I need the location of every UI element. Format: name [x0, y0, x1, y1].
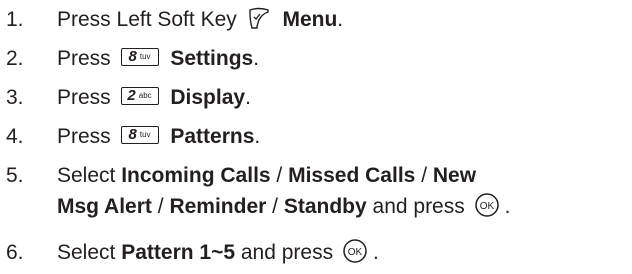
separator: / [272, 195, 278, 218]
option-new-msg-alert-part2: Msg Alert [57, 195, 152, 218]
step-number: 4. [6, 125, 24, 148]
step-3: 3. Press 2 abc Display. [0, 78, 632, 117]
step-text: Select [57, 241, 116, 264]
step-5: 5. Select Incoming Calls / Missed Calls … [0, 156, 632, 227]
step-end: . [253, 47, 260, 70]
patterns-label: Patterns [170, 125, 255, 148]
ok-key-label: OK [348, 247, 363, 258]
ok-key-icon: OK [343, 239, 367, 264]
step-4: 4. Press 8 tuv Patterns. [0, 117, 632, 156]
number-key-icon: 8 tuv [120, 48, 159, 67]
step-2: 2. Press 8 tuv Settings. [0, 39, 632, 78]
pattern-range-label: Pattern 1~5 [121, 241, 236, 264]
step-line-2: Msg Alert / Reminder / Standby and press… [57, 187, 510, 226]
key-letters: tuv [139, 130, 151, 140]
step-end: . [245, 86, 251, 109]
key-digit: 8 [128, 48, 137, 66]
menu-label: Menu [282, 8, 338, 31]
option-standby: Standby [283, 195, 367, 218]
step-text: Press [57, 47, 111, 70]
step-body: Press 8 tuv Patterns. [57, 117, 260, 156]
key-letters: tuv [139, 52, 151, 62]
step-text: Press [57, 86, 111, 109]
left-soft-key-icon [247, 6, 271, 30]
step-end: . [372, 241, 379, 264]
step-number: 6. [6, 241, 24, 264]
separator: / [157, 195, 164, 218]
key-digit: 8 [128, 126, 137, 144]
option-missed-calls: Missed Calls [288, 164, 416, 187]
step-end: . [337, 8, 344, 31]
step-number: 1. [6, 8, 24, 31]
step-end: . [504, 195, 511, 218]
key-digit: 2 [127, 87, 136, 105]
key-letters: abc [138, 91, 152, 101]
step-6: 6. Select Pattern 1~5 and press OK . [0, 233, 632, 272]
step-body: Press 8 tuv Settings. [57, 39, 259, 78]
separator: / [421, 164, 428, 187]
settings-label: Settings [170, 47, 254, 70]
step-text: Press Left Soft Key [57, 8, 237, 31]
step-text: Select [57, 164, 116, 187]
ok-key-icon: OK [474, 193, 499, 218]
display-label: Display [170, 86, 246, 109]
number-key-icon: 2 abc [120, 87, 159, 106]
separator: / [276, 164, 283, 187]
number-key-icon: 8 tuv [120, 126, 159, 145]
step-number: 3. [6, 86, 24, 109]
step-body: Press 2 abc Display. [57, 78, 251, 117]
step-text: and press [372, 195, 465, 218]
option-incoming-calls: Incoming Calls [121, 164, 271, 187]
step-number: 5. [6, 164, 24, 187]
step-body: Press Left Soft Key Menu. [57, 0, 343, 39]
ok-key-label: OK [479, 201, 494, 212]
step-1: 1. Press Left Soft Key Menu. [0, 0, 632, 39]
option-reminder: Reminder [169, 195, 267, 218]
step-text: and press [240, 241, 334, 264]
step-number: 2. [6, 47, 24, 70]
step-body: Select Pattern 1~5 and press OK . [57, 233, 379, 272]
step-end: . [254, 125, 261, 148]
step-text: Press [57, 125, 111, 148]
option-new-msg-alert-part1: New [432, 164, 477, 187]
